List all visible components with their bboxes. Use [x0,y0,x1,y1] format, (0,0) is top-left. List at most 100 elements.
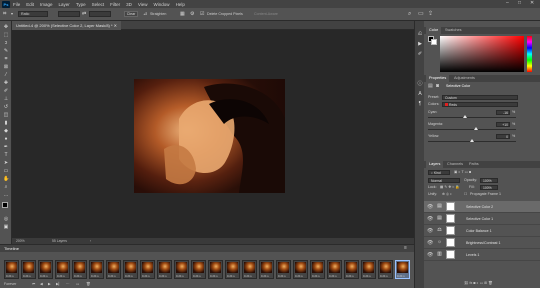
magenta-slider-thumb[interactable] [474,127,479,130]
timeline-frame[interactable]: 0.24 s [344,260,359,279]
close-icon[interactable]: ✕ [114,23,117,28]
mask-icon[interactable]: ◙ [436,84,439,89]
menu-edit[interactable]: Edit [26,2,34,7]
frame-tool-icon[interactable]: ⊠ [3,64,9,70]
timeline-frame[interactable]: 0.24 s [123,260,138,279]
layer-mask-thumbnail[interactable] [446,238,455,247]
menu-3d[interactable]: 3D [126,2,132,7]
screen-mode-icon[interactable]: ▣ [3,224,9,230]
layer-mask-thumbnail[interactable] [446,226,455,235]
crop-tool-icon[interactable]: ⌗ [3,10,6,18]
healing-tool-icon[interactable]: ✚ [3,80,9,86]
frame-delay[interactable]: 0.24 s [159,274,167,278]
menu-file[interactable]: File [13,2,20,7]
frame-delay[interactable]: 0.24 s [363,274,371,278]
hand-tool-icon[interactable]: ✋ [3,176,9,182]
timeline-frame[interactable]: 0.24 s [21,260,36,279]
quick-mask-icon[interactable]: ◎ [3,216,9,222]
visibility-eye-icon[interactable]: 👁 [427,216,433,222]
frame-delay[interactable]: 0.24 s [142,274,150,278]
marquee-tool-icon[interactable]: ⬚ [3,32,9,38]
foreground-color-swatch[interactable] [2,202,8,208]
grid-overlay-icon[interactable]: ▦ [180,10,185,18]
maximize-icon[interactable]: □ [518,0,521,6]
frame-delay[interactable]: 0.24 s [57,274,65,278]
width-field[interactable] [58,11,80,17]
stamp-tool-icon[interactable]: ⊥ [3,96,9,102]
frame-delay[interactable]: 0.24 s [295,274,303,278]
frame-delay[interactable]: 0.24 s [244,274,252,278]
layer-row[interactable]: 👁 ▤ Selective Color 2 [424,201,540,213]
preset-select[interactable]: Custom [442,95,518,100]
background-swatch[interactable] [431,39,437,45]
propagate-checkbox-icon[interactable]: ☐ [464,192,467,197]
workspace-icon[interactable]: ▭ [418,10,424,18]
opacity-field[interactable]: 100% [480,178,498,183]
hue-slider[interactable] [527,36,532,72]
cyan-slider-thumb[interactable] [462,115,467,118]
zoom-tool-icon[interactable]: ⌕ [3,184,9,190]
layer-filter-select[interactable]: ⌕ Kind [428,170,450,175]
menu-type[interactable]: Type [76,2,86,7]
history-icon[interactable]: ⎌ [417,31,423,37]
color-picker-field[interactable] [440,36,524,72]
yellow-slider[interactable] [428,139,516,142]
layer-row[interactable]: 👁 ▥ Levels 1 [424,249,540,261]
timeline-frame[interactable]: 0.24 s [157,260,172,279]
tab-paths[interactable]: Paths [466,161,482,168]
frame-delay[interactable]: 0.24 s [210,274,218,278]
yellow-value[interactable]: 0 [496,134,510,139]
blend-mode-select[interactable]: Normal [428,178,460,183]
timeline-frame[interactable]: 0.24 s [327,260,342,279]
eyedropper-tool-icon[interactable]: ⁄ [3,72,9,78]
magenta-slider[interactable] [428,127,516,130]
menu-window[interactable]: Window [154,2,170,7]
timeline-frame[interactable]: 0.24 s [378,260,393,279]
frame-delay[interactable]: 0.24 s [380,274,388,278]
eraser-tool-icon[interactable]: ◫ [3,112,9,118]
search-icon[interactable]: ⌕ [408,10,411,18]
timeline-frame[interactable]: 0.24 s [174,260,189,279]
blur-tool-icon[interactable]: ◆ [3,128,9,134]
straighten-icon[interactable]: ⊿ [143,10,147,18]
gradient-tool-icon[interactable]: ▮ [3,120,9,126]
layers-footer-icons[interactable]: ⛓ fx ◙ ◐ ▭ ⊞ 🗑 [464,281,493,286]
timeline-frame[interactable]: 0.24 s [259,260,274,279]
timeline-frame[interactable]: 0.24 s [55,260,70,279]
timeline-frame[interactable]: 0.24 s [106,260,121,279]
layer-mask-thumbnail[interactable] [446,202,455,211]
panel-menu-icon[interactable]: ≡ [404,245,407,252]
tab-channels[interactable]: Channels [444,161,466,168]
timeline-frame[interactable]: 0.24 s [361,260,376,279]
layer-name[interactable]: Levels 1 [466,249,479,261]
info-icon[interactable]: ⓘ [417,81,423,87]
timeline-frame[interactable]: 0.24 s [208,260,223,279]
timeline-frame[interactable]: 0.24 s [140,260,155,279]
frame-delay[interactable]: 0.24 s [227,274,235,278]
timeline-frame[interactable]: 0.24 s [225,260,240,279]
dodge-tool-icon[interactable]: ● [3,136,9,142]
close-icon[interactable]: ✕ [530,0,534,6]
quick-select-tool-icon[interactable]: ✎ [3,48,9,54]
unify-icons[interactable]: ⊕ ◎ ◐ [442,192,452,197]
chevron-down-icon[interactable]: ▾ [11,10,13,18]
menu-select[interactable]: Select [92,2,105,7]
timeline-frame[interactable]: 0.24 s [4,260,19,279]
frame-delay[interactable]: 0.24 s [329,274,337,278]
frame-delay[interactable]: 0.24 s [74,274,82,278]
propagate-label[interactable]: Propagate Frame 1 [470,192,501,197]
visibility-eye-icon[interactable]: 👁 [427,204,433,210]
frame-delay[interactable]: 0.24 s [278,274,286,278]
first-frame-icon[interactable]: ⏮ [32,281,35,288]
layer-row[interactable]: 👁 ⚖ Color Balance 1 [424,225,540,237]
menu-layer[interactable]: Layer [59,2,70,7]
timeline-frame[interactable]: 0.24 s [293,260,308,279]
actions-icon[interactable]: ▶ [417,41,423,47]
colors-select[interactable]: Reds [442,102,518,107]
share-icon[interactable]: ⇪ [428,10,433,18]
tween-icon[interactable]: ⋯ [66,281,70,288]
frame-delay[interactable]: 0.24 s [40,274,48,278]
brushes-icon[interactable]: ✐ [417,51,423,57]
delete-cropped-label[interactable]: Delete Cropped Pixels [207,11,243,17]
frame-delay[interactable]: 0.24 s [23,274,31,278]
